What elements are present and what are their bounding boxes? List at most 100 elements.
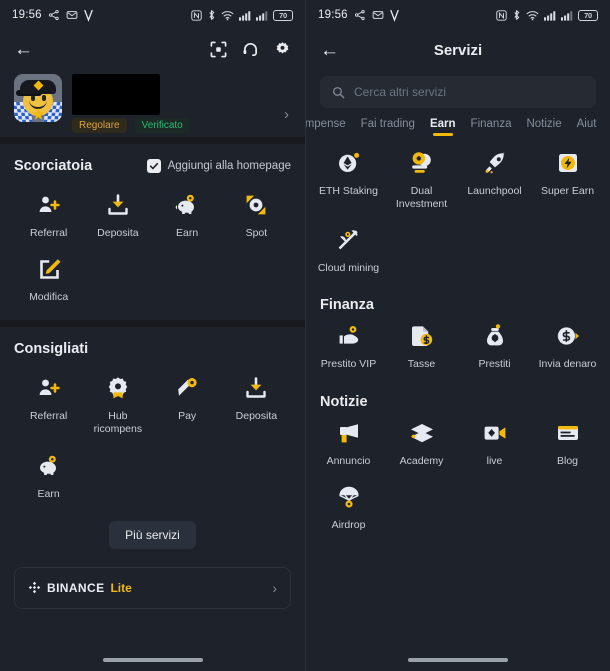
tile-earn[interactable]: Earn [14,443,83,507]
deposit-icon [105,192,131,218]
tab-finanza[interactable]: Finanza [471,118,512,136]
pay-icon [174,375,200,401]
tile-pay[interactable]: Pay [153,365,222,442]
search-input[interactable] [354,85,584,99]
page-title: Servizi [433,41,483,59]
tab-earn[interactable]: Earn [430,118,456,136]
headset-icon[interactable] [242,41,259,58]
tile-dual-investment[interactable]: Dual Investment [385,140,458,217]
bluetooth-icon [512,9,521,21]
gear-icon[interactable] [274,41,291,58]
tile-eth-staking[interactable]: ETH Staking [312,140,385,217]
nfc-icon [191,9,202,21]
binance-brand-label: BINANCE [47,580,105,595]
tile-label: Prestito VIP [320,358,377,371]
blog-icon [555,420,581,446]
tab-ricompense[interactable]: icompense [306,118,346,136]
back-button-right[interactable]: ← [320,41,339,60]
tile-label: Launchpool [467,185,522,197]
tab-aiuto[interactable]: Aiut [577,118,597,136]
tile-airdrop[interactable]: Airdrop [312,474,385,538]
tile-cloud-mining[interactable]: Cloud mining [312,217,385,281]
status-time: 19:56 [12,9,42,21]
binance-lite-card[interactable]: BINANCE Lite › [14,566,291,609]
tab-fai-trading[interactable]: Fai trading [361,118,415,136]
send-money-icon [555,323,581,349]
category-tabs[interactable]: icompense Fai trading Earn Finanza Notiz… [306,108,610,136]
earn-grid: ETH Staking Dual Investment Launchpool S… [306,136,610,281]
tile-label: Deposita [235,410,278,423]
tile-live[interactable]: live [458,410,531,474]
tile-label: Airdrop [331,518,366,531]
lite-variant-label: Lite [110,580,132,595]
tile-label: Earn [37,487,60,500]
referral-icon [36,192,62,218]
home-indicator-left [102,658,203,662]
tile-label: Spot [245,227,268,239]
tile-deposita[interactable]: Deposita [222,365,291,442]
battery-icon: 70 [578,9,598,21]
bluetooth-icon [207,9,216,21]
tile-earn[interactable]: Earn [153,182,222,246]
avatar [14,74,62,122]
recommended-section: Consigliati Referral Hub ricompens Pay D… [0,327,305,506]
status-bar-left: 19:56 70 [0,0,305,30]
rewards-hub-icon [105,375,131,401]
profile-chevron-icon[interactable]: › [284,106,289,123]
status-bar-right: 19:56 70 [306,0,610,30]
recommended-grid: Referral Hub ricompens Pay Deposita Earn [14,365,291,506]
tile-modifica[interactable]: Modifica [14,246,83,310]
tile-referral[interactable]: Referral [14,365,83,442]
loans-icon [482,323,508,349]
tile-label: Annuncio [326,454,371,467]
tile-invia-denaro[interactable]: Invia denaro [531,313,604,377]
tile-label: Prestiti [478,358,511,371]
tile-super-earn[interactable]: Super Earn [531,140,604,217]
search-bar[interactable] [320,76,596,108]
finanza-grid: Prestito VIP Tasse Prestiti Invia denaro [306,313,610,377]
tile-prestiti[interactable]: Prestiti [458,313,531,377]
eth-staking-icon [336,150,362,176]
tile-label: Referral [29,410,68,423]
tile-spot[interactable]: Spot [222,182,291,246]
tile-referral[interactable]: Referral [14,182,83,246]
scan-icon[interactable] [210,41,227,58]
tile-tasse[interactable]: Tasse [385,313,458,377]
tab-notizie[interactable]: Notizie [526,118,561,136]
rocket-icon [482,150,508,176]
lite-chevron-icon[interactable]: › [272,580,277,596]
tile-label: Pay [178,410,197,423]
piggy-bank-icon [36,453,62,479]
search-icon [332,86,345,99]
tile-label: Dual Investment [395,185,448,211]
status-badge-regular: Regolare [72,118,127,133]
tile-label: Hub ricompens [93,410,143,436]
tax-icon [409,323,435,349]
tile-label: Earn [176,227,199,239]
vip-loan-icon [336,323,362,349]
tile-label: Tasse [407,358,436,371]
edit-icon [36,256,62,282]
signal-2-icon [561,10,573,21]
graduation-cap-icon [409,420,435,446]
tile-prestito-vip[interactable]: Prestito VIP [312,313,385,377]
tile-blog[interactable]: Blog [531,410,604,474]
tile-annuncio[interactable]: Annuncio [312,410,385,474]
tile-launchpool[interactable]: Launchpool [458,140,531,217]
add-to-homepage-option[interactable]: Aggiungi alla homepage [146,159,291,173]
more-services-button[interactable]: Più servizi [109,520,196,549]
tile-academy[interactable]: Academy [385,410,458,474]
tile-label: Modifica [29,291,69,304]
back-button-left[interactable]: ← [14,40,33,59]
section-divider [0,320,305,328]
checkbox-checked-icon[interactable] [146,159,161,173]
tile-deposita[interactable]: Deposita [83,182,152,246]
profile-row[interactable]: Regolare Verificato › [0,68,305,137]
tile-hub-ricompense[interactable]: Hub ricompens [83,365,152,442]
piggy-bank-icon [174,192,200,218]
tile-label: Deposita [97,227,139,239]
tile-label: Blog [556,454,578,467]
dual-investment-icon [409,150,435,176]
tile-label: Invia denaro [538,358,597,371]
mail-icon [66,9,78,21]
